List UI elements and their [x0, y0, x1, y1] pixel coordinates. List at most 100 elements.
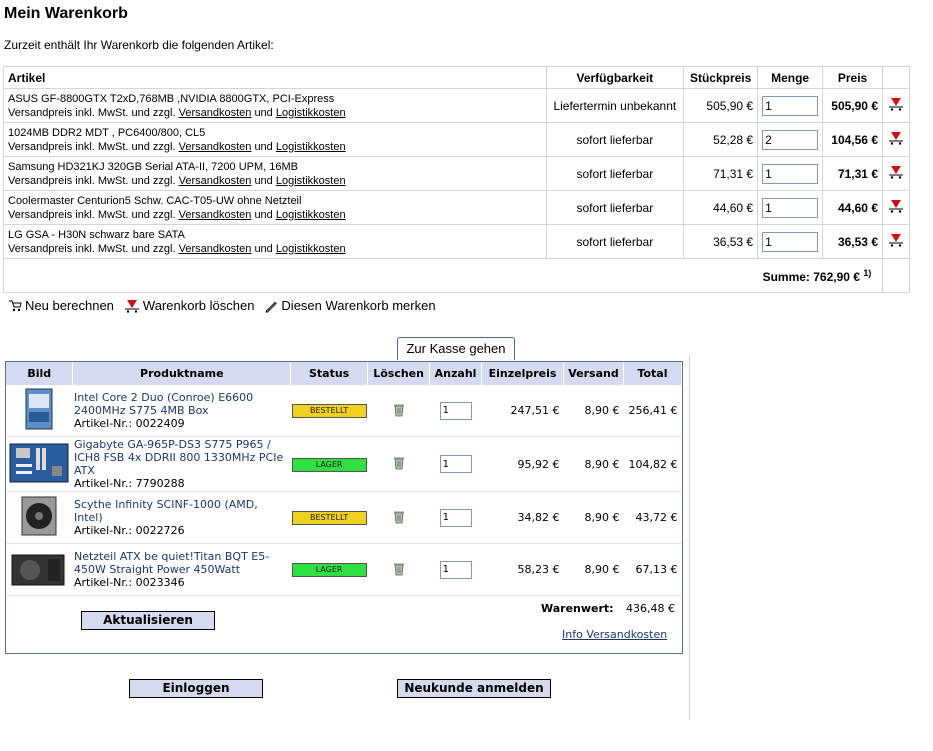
update-button[interactable]: Aktualisieren — [81, 611, 215, 630]
cart-item-cell: LG GSA - H30N schwarz bare SATA Versandp… — [3, 224, 547, 259]
logistic-cost-link[interactable]: Logistikkosten — [276, 243, 346, 255]
product-shipping: 8,90 € — [563, 385, 624, 437]
col-delete — [882, 66, 910, 89]
trash-icon[interactable] — [392, 455, 406, 470]
cart-delete-icon[interactable] — [888, 233, 904, 247]
cart-sum: Summe: 762,90 € 1) — [3, 258, 883, 293]
cart-table: Artikel Verfügbarkeit Stückpreis Menge P… — [3, 66, 910, 293]
trash-icon[interactable] — [392, 402, 406, 417]
product-name-link[interactable]: Netzteil ATX be quiet!Titan BQT E5-450W … — [74, 550, 269, 576]
cart-item-qty-input[interactable] — [762, 129, 819, 150]
product-name-link[interactable]: Intel Core 2 Duo (Conroe) E6600 2400MHz … — [74, 391, 253, 417]
ship-and: und — [254, 208, 273, 221]
cart-item-cell: 1024MB DDR2 MDT , PC6400/800, CL5 Versan… — [3, 122, 547, 157]
cart-item-qty-cell — [757, 190, 824, 225]
cart-item-qty-cell — [757, 156, 824, 191]
remember-cart-button[interactable]: Diesen Warenkorb merken — [264, 298, 436, 313]
cart-item-name: Coolermaster Centurion5 Schw. CAC-T05-UW… — [8, 194, 302, 207]
product-name-link[interactable]: Scythe Infinity SCINF-1000 (AMD, Intel) — [74, 498, 258, 524]
intro-text: Zurzeit enthält Ihr Warenkorb die folgen… — [4, 38, 274, 52]
register-button[interactable]: Neukunde anmelden — [397, 679, 551, 698]
product-image-cell — [6, 491, 73, 544]
product-qty-input[interactable] — [439, 401, 472, 420]
product-image-cell — [6, 543, 73, 596]
cart-item-shipping-note: Versandpreis inkl. MwSt. und zzgl. Versa… — [8, 140, 542, 154]
cart-row: LG GSA - H30N schwarz bare SATA Versandp… — [3, 224, 910, 259]
clear-cart-button[interactable]: Warenkorb löschen — [124, 298, 254, 313]
cart-delete-icon[interactable] — [888, 131, 904, 145]
product-row: Netzteil ATX be quiet!Titan BQT E5-450W … — [6, 543, 682, 596]
cart-item-name: Samsung HD321KJ 320GB Serial ATA-II, 720… — [8, 160, 299, 173]
cart-delete-icon[interactable] — [888, 199, 904, 213]
trash-icon[interactable] — [392, 509, 406, 524]
logistic-cost-link[interactable]: Logistikkosten — [276, 175, 346, 187]
col-preis: Preis — [822, 66, 883, 89]
product-status-cell: BESTELLT — [290, 491, 368, 544]
cart-item-qty-input[interactable] — [762, 231, 819, 252]
cart-header-row: Artikel Verfügbarkeit Stückpreis Menge P… — [3, 66, 910, 89]
product-table: Bild Produktname Status Löschen Anzahl E… — [6, 362, 683, 596]
logistic-cost-link[interactable]: Logistikkosten — [276, 141, 346, 153]
product-article-number: Artikel-Nr.: 7790288 — [73, 477, 185, 490]
ship-and: und — [254, 242, 273, 255]
sum-label: Summe: 762,90 € — [762, 269, 860, 284]
cart-item-availability: sofort lieferbar — [545, 224, 685, 259]
product-qty-input[interactable] — [439, 560, 472, 579]
ship-prefix: Versandpreis inkl. MwSt. und zzgl. — [8, 106, 176, 119]
checkout-button[interactable]: Zur Kasse gehen — [397, 337, 515, 360]
product-delete-cell — [367, 385, 430, 437]
product-row: Scythe Infinity SCINF-1000 (AMD, Intel) … — [6, 491, 682, 544]
shipping-cost-link[interactable]: Versandkosten — [179, 107, 252, 119]
shipping-cost-link[interactable]: Versandkosten — [179, 175, 252, 187]
cart-item-availability: sofort lieferbar — [545, 122, 685, 157]
shipping-cost-link[interactable]: Versandkosten — [179, 243, 252, 255]
warenwert-value: 436,48 € — [626, 602, 675, 615]
ship-and: und — [254, 174, 273, 187]
col-stueckpreis: Stückpreis — [683, 66, 759, 89]
info-shipping-link[interactable]: Info Versandkosten — [562, 628, 667, 641]
cart-item-availability: sofort lieferbar — [545, 156, 685, 191]
cart-delete-icon[interactable] — [888, 97, 904, 111]
product-qty-input[interactable] — [439, 455, 472, 473]
product-total: 104,82 € — [623, 436, 682, 492]
shipping-cost-link[interactable]: Versandkosten — [179, 209, 252, 221]
ship-prefix: Versandpreis inkl. MwSt. und zzgl. — [8, 140, 176, 153]
recalc-button[interactable]: Neu berechnen — [8, 298, 114, 313]
product-image[interactable] — [8, 388, 70, 435]
cart-row: Coolermaster Centurion5 Schw. CAC-T05-UW… — [3, 190, 910, 225]
product-name-cell: Intel Core 2 Duo (Conroe) E6600 2400MHz … — [72, 385, 291, 437]
product-status-cell: BESTELLT — [290, 385, 368, 437]
panel-divider — [689, 355, 690, 720]
cart-item-qty-cell — [757, 88, 824, 123]
product-total: 67,13 € — [623, 543, 682, 596]
remember-cart-label: Diesen Warenkorb merken — [281, 298, 436, 313]
login-button[interactable]: Einloggen — [129, 679, 263, 698]
col-bild: Bild — [6, 362, 74, 385]
ship-and: und — [254, 140, 273, 153]
product-shipping: 8,90 € — [563, 436, 624, 492]
cart-item-unit-price: 71,31 € — [683, 156, 759, 191]
product-image[interactable] — [8, 554, 70, 594]
cart-item-shipping-note: Versandpreis inkl. MwSt. und zzgl. Versa… — [8, 208, 542, 222]
product-name-link[interactable]: Gigabyte GA-965P-DS3 S775 P965 / ICH8 FS… — [74, 438, 283, 477]
logistic-cost-link[interactable]: Logistikkosten — [276, 107, 346, 119]
cart-item-cell: ASUS GF-8800GTX T2xD,768MB ,NVIDIA 8800G… — [3, 88, 547, 123]
cart-item-qty-input[interactable] — [762, 197, 819, 218]
product-qty-input[interactable] — [439, 508, 472, 527]
cart-item-cell: Coolermaster Centurion5 Schw. CAC-T05-UW… — [3, 190, 547, 225]
cart-delete-icon[interactable] — [888, 165, 904, 179]
logistic-cost-link[interactable]: Logistikkosten — [276, 209, 346, 221]
product-image[interactable] — [8, 443, 70, 489]
shipping-cost-link[interactable]: Versandkosten — [179, 141, 252, 153]
product-image[interactable] — [8, 496, 70, 542]
product-article-number: Artikel-Nr.: 0023346 — [73, 576, 185, 589]
col-menge: Menge — [757, 66, 824, 89]
cart-item-total: 36,53 € — [822, 224, 883, 259]
trash-icon[interactable] — [392, 561, 406, 576]
cart-item-qty-input[interactable] — [762, 95, 819, 116]
cart-item-qty-input[interactable] — [762, 163, 819, 184]
product-qty-cell — [429, 436, 482, 492]
product-qty-cell — [429, 385, 482, 437]
ship-prefix: Versandpreis inkl. MwSt. und zzgl. — [8, 208, 176, 221]
product-header-row: Bild Produktname Status Löschen Anzahl E… — [6, 362, 683, 385]
